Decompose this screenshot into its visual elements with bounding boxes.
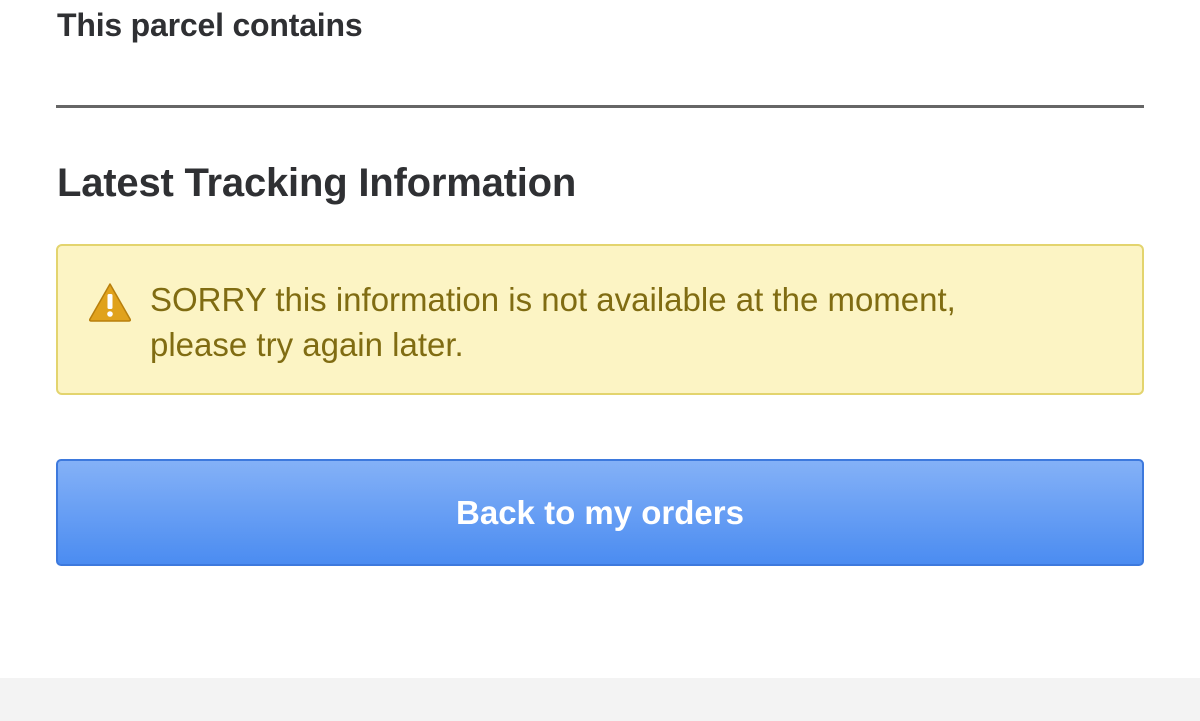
parcel-tracking-page: This parcel contains Latest Tracking Inf… [0,0,1200,721]
section-divider [56,105,1144,108]
parcel-contents-heading: This parcel contains [57,7,363,43]
footer-band [0,678,1200,721]
alert-message-line-1: SORRY this information is not available … [150,281,956,318]
tracking-info-heading: Latest Tracking Information [57,161,577,205]
back-to-orders-button[interactable]: Back to my orders [56,459,1144,566]
tracking-unavailable-alert: SORRY this information is not available … [56,244,1144,395]
alert-message-line-2: please try again later. [150,326,464,363]
warning-triangle-icon [88,282,132,322]
alert-message: SORRY this information is not available … [150,277,1110,367]
main-content: This parcel contains Latest Tracking Inf… [0,0,1200,678]
